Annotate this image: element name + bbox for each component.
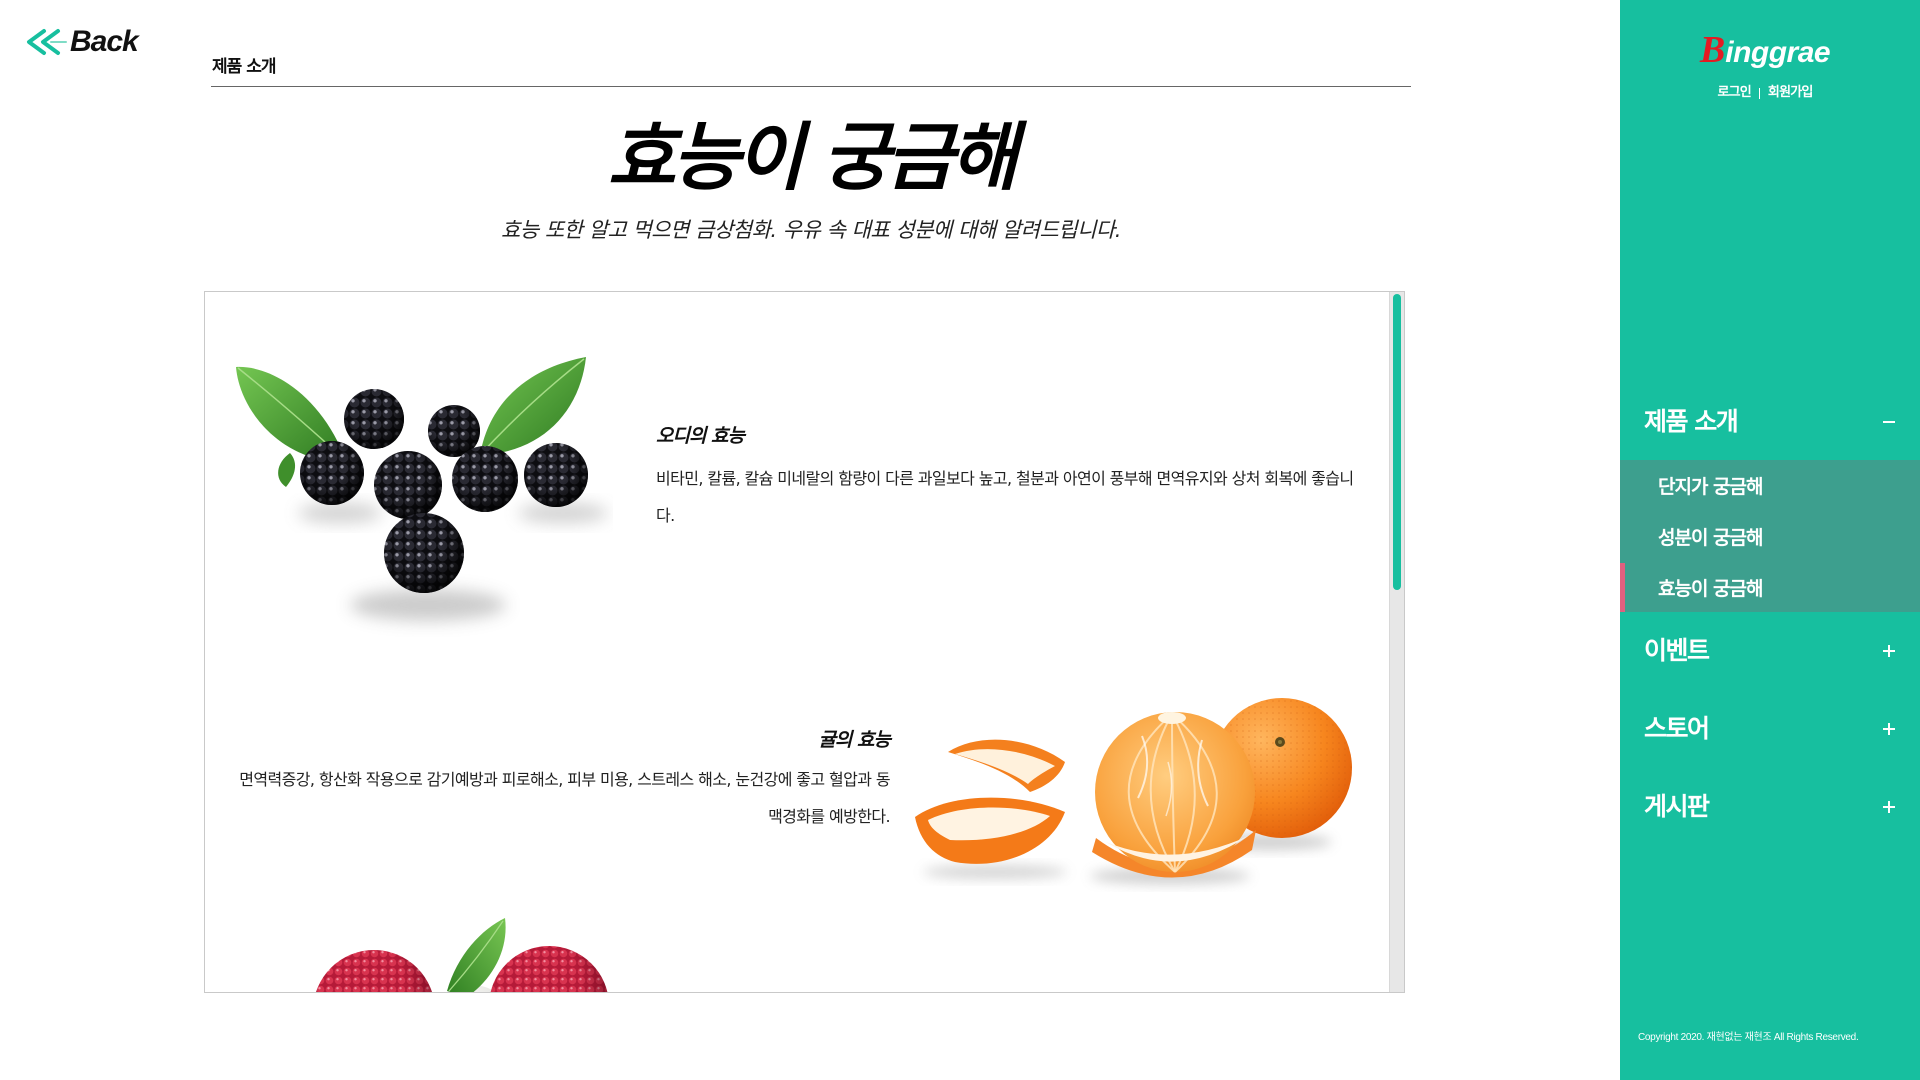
menu-item-products[interactable]: 제품 소개 <box>1620 383 1920 460</box>
tangerine-image <box>915 698 1352 884</box>
berry <box>524 443 588 507</box>
menu-item-board[interactable]: 게시판 <box>1620 768 1920 846</box>
lychee <box>316 950 432 992</box>
content-scroll-panel[interactable]: 오디의 효능 비타민, 칼륨, 칼슘 미네랄의 함량이 다른 과일보다 높고, … <box>204 291 1405 993</box>
blackberry-image <box>236 357 608 621</box>
page: Back 제품 소개 효능이 궁금해 효능 또한 알고 먹으면 금상첨화. 우유… <box>0 0 1920 1080</box>
item-description: 면역력증강, 항산화 작용으로 감기예방과 피로해소, 피부 미용, 스트레스 … <box>239 770 890 826</box>
berry <box>300 441 364 505</box>
double-chevron-left-icon <box>27 29 67 55</box>
scroll-thumb[interactable] <box>1393 294 1401 590</box>
auth-divider <box>1758 87 1760 99</box>
item-description: 비타민, 칼륨, 칼슘 미네랄의 함량이 다른 과일보다 높고, 철분과 아연이… <box>656 469 1354 525</box>
menu-item-label: 제품 소개 <box>1644 406 1739 436</box>
content-viewport: 오디의 효능 비타민, 칼륨, 칼슘 미네랄의 함량이 다른 과일보다 높고, … <box>205 292 1388 992</box>
plus-icon[interactable] <box>1882 644 1896 658</box>
submenu-item-ingredients[interactable]: 성분이 궁금해 <box>1620 511 1920 562</box>
sidebar: Binggrae 로그인 회원가입 제품 소개 단지가 궁금해 성분이 궁금해 … <box>1620 0 1920 1080</box>
berry <box>452 446 518 512</box>
signup-link[interactable]: 회원가입 <box>1768 84 1813 102</box>
menu-item-label: 이벤트 <box>1644 636 1710 665</box>
item-title: 귤의 효능 <box>818 729 891 751</box>
menu-item-label: 스토어 <box>1644 714 1710 743</box>
menu-item-store[interactable]: 스토어 <box>1620 690 1920 768</box>
minus-icon[interactable] <box>1882 415 1896 429</box>
menu-item-label: 게시판 <box>1644 792 1710 821</box>
scrollbar[interactable] <box>1389 292 1404 992</box>
berry <box>374 451 442 519</box>
lychee <box>490 946 608 992</box>
menu-item-event[interactable]: 이벤트 <box>1620 612 1920 690</box>
lychee-image <box>316 918 608 992</box>
berry <box>384 513 464 593</box>
sidebar-menu: 제품 소개 단지가 궁금해 성분이 궁금해 효능이 궁금해 이벤트 스토어 게시… <box>1620 383 1920 846</box>
plus-icon[interactable] <box>1882 722 1896 736</box>
peeled-tangerine <box>1092 712 1256 878</box>
page-title: 효능이 궁금해 <box>607 115 1018 201</box>
page-subtitle: 효능 또한 알고 먹으면 금상첨화. 우유 속 대표 성분에 대해 알려드립니다… <box>501 218 1121 242</box>
submenu-item-benefits[interactable]: 효능이 궁금해 <box>1620 562 1920 612</box>
auth-links: 로그인 회원가입 <box>1620 84 1910 102</box>
binggrae-logo[interactable]: Binggrae <box>1620 30 1910 77</box>
tangerine-peel <box>915 739 1065 864</box>
berry <box>344 389 404 449</box>
products-submenu: 단지가 궁금해 성분이 궁금해 효능이 궁금해 <box>1620 460 1920 612</box>
plus-icon[interactable] <box>1882 800 1896 814</box>
login-link[interactable]: 로그인 <box>1717 84 1751 102</box>
back-label: Back <box>70 25 139 58</box>
item-title: 오디의 효능 <box>656 425 745 447</box>
leaf <box>479 357 586 456</box>
header-divider <box>211 86 1411 87</box>
back-button[interactable]: Back <box>24 24 139 60</box>
logo-initial: B <box>1699 29 1726 71</box>
submenu-item-danji[interactable]: 단지가 궁금해 <box>1620 460 1920 511</box>
logo-text: inggrae <box>1725 36 1831 69</box>
breadcrumb: 제품 소개 <box>212 57 276 77</box>
copyright: Copyright 2020. 재현없는 재현조 All Rights Rese… <box>1638 1032 1859 1043</box>
